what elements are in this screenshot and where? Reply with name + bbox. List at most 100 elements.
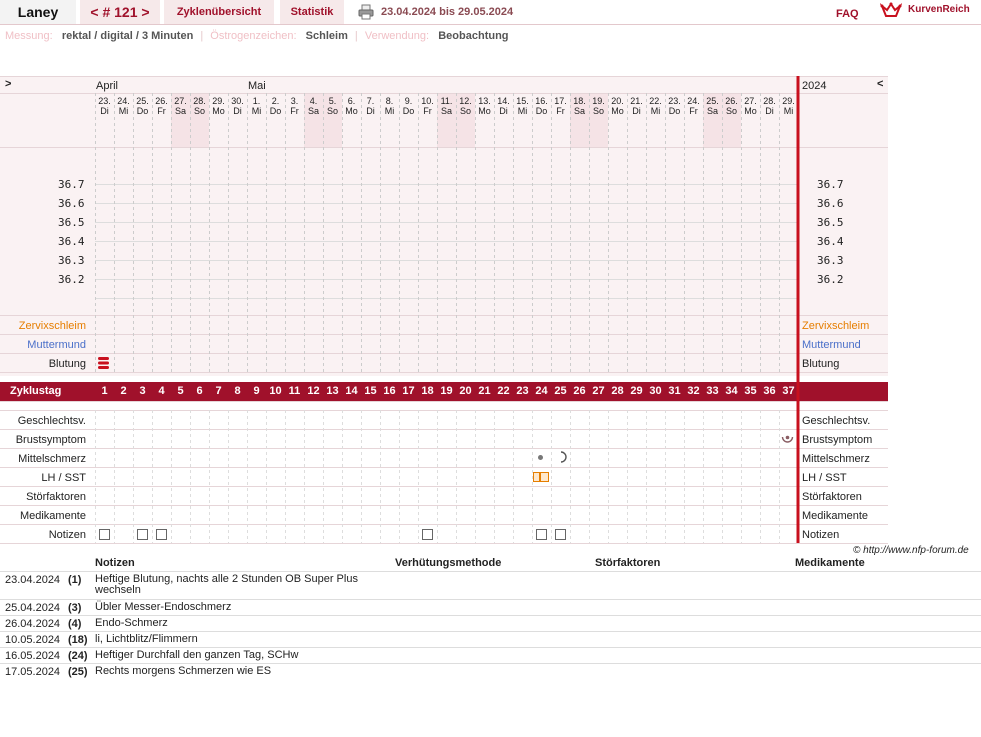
day-label: 27. Mo: [744, 96, 757, 116]
notes-date: 10.05.2024: [5, 634, 61, 646]
notes-header-stoerfaktoren: Störfaktoren: [595, 557, 661, 569]
row-lh-sst: LH / SST: [41, 472, 86, 484]
nav-left[interactable]: >: [5, 78, 11, 90]
notes-row: 26.04.2024 (4) Endo-Schmerz: [0, 615, 981, 632]
notes-text: Endo-Schmerz: [95, 617, 168, 629]
day-label: 17. Fr: [554, 96, 567, 116]
row-blutung-right: Blutung: [802, 358, 840, 370]
zyklustag-number: 24: [535, 385, 548, 397]
day-label: 24. Fr: [687, 96, 700, 116]
zyklustag-number: 8: [234, 385, 241, 397]
note-icon[interactable]: [422, 529, 433, 540]
day-label: 24. Mi: [117, 96, 130, 116]
temp-label-left: 36.4: [58, 235, 85, 248]
mittelschmerz-right-icon: [560, 451, 567, 463]
row-blutung: Blutung: [48, 358, 86, 370]
notes-row: 23.04.2024 (1) Heftige Blutung, nachts all…: [0, 571, 981, 600]
note-icon[interactable]: [555, 529, 566, 540]
zyklustag-number: 29: [630, 385, 643, 397]
copyright[interactable]: © http://www.nfp-forum.de: [853, 545, 969, 556]
nav-right[interactable]: <: [877, 78, 883, 90]
row-mittelschmerz-right: Mittelschmerz: [802, 453, 870, 465]
day-label: 23. Do: [668, 96, 681, 116]
zyklustag-number: 15: [364, 385, 377, 397]
row-notizen-right: Notizen: [802, 529, 840, 541]
day-label: 11. Sa: [440, 96, 453, 116]
temp-label-left: 36.7: [58, 178, 85, 191]
zyklustag-number: 13: [326, 385, 339, 397]
note-icon[interactable]: [137, 529, 148, 540]
notes-date: 17.05.2024: [5, 666, 61, 678]
day-label: 25. Sa: [706, 96, 719, 116]
day-label: 4. Sa: [307, 96, 319, 116]
notes-row: 25.04.2024 (3) Übler Messer-Endoschmerz: [0, 599, 981, 616]
day-label: 12. So: [459, 96, 472, 116]
notes-date: 23.04.2024: [5, 574, 61, 586]
day-label: 1. Mi: [251, 96, 262, 116]
temp-label-left: 36.2: [58, 273, 85, 286]
notes-cycle-day: (24): [68, 650, 88, 662]
temp-label-right: 36.6: [817, 197, 844, 210]
day-label: 6. Mo: [345, 96, 358, 116]
notes-cycle-day: (25): [68, 666, 88, 678]
temp-label-right: 36.3: [817, 254, 844, 267]
zyklustag-number: 18: [421, 385, 434, 397]
day-label: 16. Do: [535, 96, 548, 116]
day-label: 30. Di: [231, 96, 244, 116]
day-label: 28. Di: [763, 96, 776, 116]
lh-test-line: [539, 472, 541, 482]
day-label: 8. Mi: [384, 96, 395, 116]
note-icon[interactable]: [156, 529, 167, 540]
day-label: 29. Mi: [782, 96, 795, 116]
zyklustag-number: 27: [592, 385, 605, 397]
row-zyklustag: Zyklustag: [10, 385, 62, 397]
day-label: 27. Sa: [174, 96, 187, 116]
temp-label-left: 36.6: [58, 197, 85, 210]
day-label: 10. Fr: [421, 96, 434, 116]
zyklustag-number: 4: [158, 385, 165, 397]
notes-cycle-day: (18): [68, 634, 88, 646]
zyklustag-number: 6: [196, 385, 203, 397]
zyklustag-number: 22: [497, 385, 510, 397]
notes-text: Heftige Blutung, nachts alle 2 Stunden O…: [95, 573, 358, 596]
notes-cycle-day: (1): [68, 574, 82, 586]
note-icon[interactable]: [99, 529, 110, 540]
row-brustsymptom-right: Brustsymptom: [802, 434, 873, 446]
day-label: 7. Di: [366, 96, 375, 116]
row-zervixschleim: Zervixschleim: [18, 320, 86, 332]
day-label: 19. So: [592, 96, 605, 116]
zyklustag-number: 34: [725, 385, 738, 397]
day-label: 18. Sa: [573, 96, 586, 116]
zyklustag-number: 17: [402, 385, 415, 397]
notes-header-medikamente: Medikamente: [795, 557, 865, 569]
day-label: 15. Mi: [516, 96, 529, 116]
zyklustag-number: 26: [573, 385, 586, 397]
notes-cycle-day: (4): [68, 618, 82, 630]
day-label: 28. So: [193, 96, 206, 116]
zyklustag-number: 30: [649, 385, 662, 397]
note-icon[interactable]: [536, 529, 547, 540]
zyklustag-number: 9: [253, 385, 260, 397]
lh-test-icon: [533, 472, 549, 482]
notes-header-notizen: Notizen: [95, 557, 135, 569]
notes-cycle-day: (3): [68, 602, 82, 614]
zyklustag-number: 19: [440, 385, 453, 397]
notes-row: 17.05.2024 (25) Rechts morgens Schmerzen w…: [0, 663, 981, 680]
day-label: 2. Do: [269, 96, 282, 116]
zyklustag-number: 11: [288, 385, 301, 397]
row-medikamente: Medikamente: [19, 510, 86, 522]
zyklustag-number: 36: [763, 385, 776, 397]
notes-header-verhuetung: Verhütungsmethode: [395, 557, 502, 569]
zyklustag-number: 14: [345, 385, 358, 397]
day-label: 20. Mo: [611, 96, 624, 116]
zyklustag-number: 20: [459, 385, 472, 397]
zyklustag-number: 37: [782, 385, 795, 397]
day-label: 21. Di: [630, 96, 643, 116]
row-lh-sst-right: LH / SST: [802, 472, 847, 484]
row-muttermund-right: Muttermund: [802, 339, 861, 351]
day-label: 26. Fr: [155, 96, 168, 116]
zyklustag-number: 23: [516, 385, 529, 397]
temp-label-right: 36.2: [817, 273, 844, 286]
day-label: 14. Di: [497, 96, 510, 116]
notes-date: 25.04.2024: [5, 602, 61, 614]
